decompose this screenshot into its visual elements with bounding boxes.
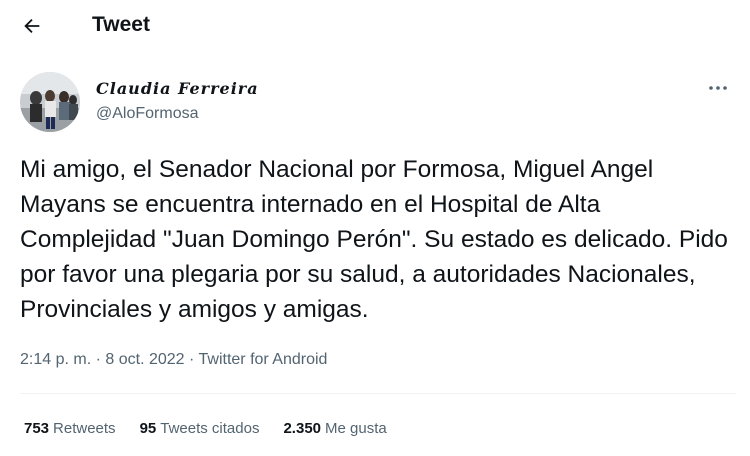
retweets-label: Retweets — [53, 420, 116, 437]
meta-separator: · — [95, 351, 106, 368]
tweet-meta: 2:14 p. m. · 8 oct. 2022 · Twitter for A… — [20, 351, 327, 369]
tweet-text: Mi amigo, el Senador Nacional por Formos… — [20, 156, 728, 323]
likes-label: Me gusta — [325, 420, 387, 437]
divider — [20, 393, 736, 394]
retweets-count: 753 — [24, 420, 50, 437]
tweet-date[interactable]: 8 oct. 2022 — [105, 351, 184, 368]
tweet-time[interactable]: 2:14 p. m. — [20, 351, 91, 368]
author-name[interactable]: Claudia Ferreira — [96, 79, 259, 98]
avatar[interactable] — [20, 72, 80, 132]
quote-tweets-stat[interactable]: 95 Tweets citados — [140, 420, 260, 437]
tweet-page: Tweet Claudia Ferreira @AloFormosa Mi am… — [0, 0, 750, 456]
quotes-label: Tweets citados — [160, 420, 260, 437]
more-dots-icon — [709, 86, 727, 90]
more-options-button[interactable] — [700, 76, 736, 100]
tweet-stats: 753 Retweets 95 Tweets citados 2.350 Me gus… — [24, 420, 411, 437]
meta-separator: · — [189, 351, 199, 368]
likes-count: 2.350 — [283, 420, 322, 437]
back-button[interactable] — [14, 8, 50, 44]
header-bar: Tweet — [0, 0, 750, 52]
author-handle[interactable]: @AloFormosa — [96, 105, 199, 123]
likes-stat[interactable]: 2.350 Me gusta — [283, 420, 386, 437]
page-title: Tweet — [92, 13, 150, 36]
back-arrow-icon — [24, 18, 40, 34]
retweets-stat[interactable]: 753 Retweets — [24, 420, 116, 437]
tweet-source[interactable]: Twitter for Android — [199, 351, 328, 368]
avatar-photo — [20, 72, 80, 132]
quotes-count: 95 — [139, 420, 157, 437]
